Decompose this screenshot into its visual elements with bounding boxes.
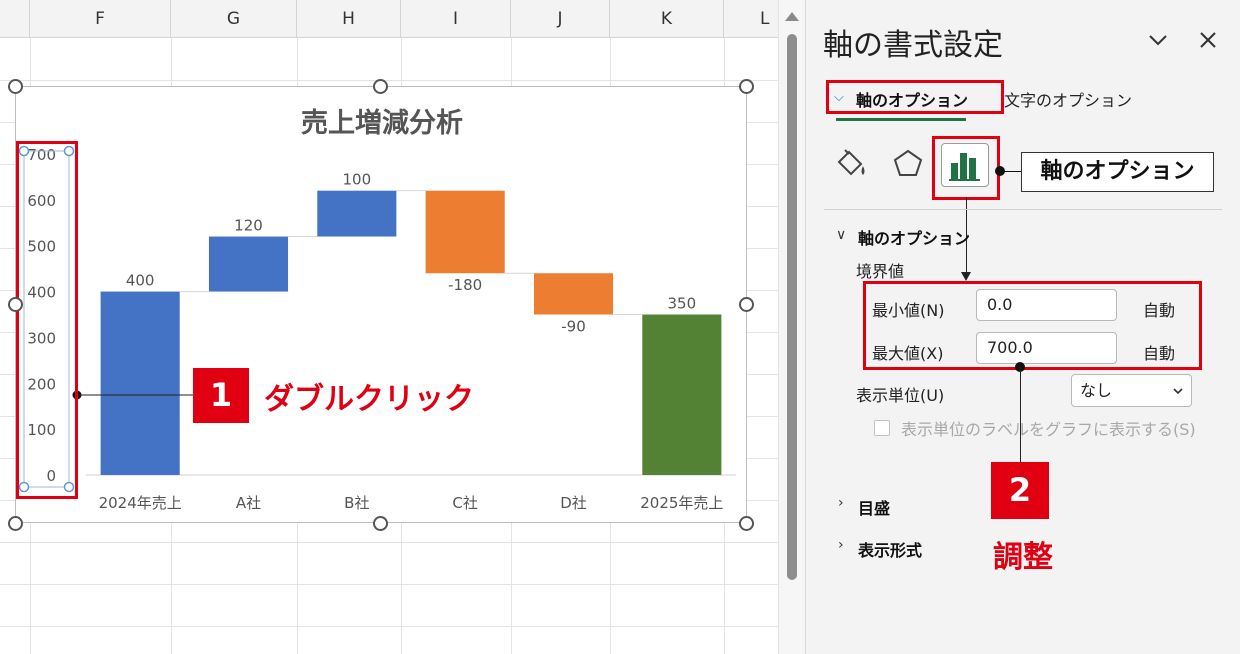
effects-pentagon-icon[interactable] [890,146,926,182]
waterfall-bar[interactable] [425,190,505,274]
x-category-label[interactable]: D社 [560,494,587,512]
tab-axis-options[interactable]: ⌵ 軸のオプション [826,80,1004,114]
chevron-down-icon[interactable] [1146,28,1170,52]
chevron-down-icon: ⌵ [834,90,844,105]
waterfall-chart[interactable]: 売上増減分析 0 100 200 300 400 500 600 700 400 2024年売上 1… [15,86,747,523]
display-unit-select[interactable]: なし [1071,374,1192,407]
waterfall-bar[interactable] [100,291,180,475]
column-header-h[interactable]: H [297,0,401,38]
data-label: 100 [343,171,372,189]
format-axis-pane: 軸の書式設定 ⌵ 軸のオプション 文字のオプション 軸のオプション ∨ 軸のオプ… [805,0,1240,654]
waterfall-bar[interactable] [533,273,614,315]
data-label: 400 [126,272,155,290]
worksheet[interactable]: F G H I J K L 売上増減分析 0 100 200 300 400 500 600… [0,0,778,654]
resize-handle-left[interactable] [8,297,23,312]
resize-handle-top-left[interactable] [8,79,23,94]
data-label: 350 [668,295,697,313]
resize-handle-right[interactable] [739,297,754,312]
scroll-up-arrow-icon[interactable] [785,12,799,21]
min-label: 最小値(N) [872,301,945,320]
min-value-input[interactable]: 0.0 [976,289,1117,321]
tab-axis-options-label: 軸のオプション [856,91,969,110]
data-label: -90 [561,318,586,336]
resize-handle-bottom-left[interactable] [8,516,23,531]
step1-text: ダブルクリック [264,382,474,417]
scroll-thumb[interactable] [787,34,797,580]
data-label: -180 [448,276,482,294]
bounds-label: 境界値 [856,262,905,281]
pane-title: 軸の書式設定 [823,28,1003,63]
waterfall-bar[interactable] [317,190,397,237]
resize-handle-bottom-right[interactable] [739,516,754,531]
section-number-format[interactable]: 表示形式 [858,537,922,561]
arrow-head-icon [961,272,971,281]
resize-handle-bottom[interactable] [373,516,388,531]
section-tick-marks[interactable]: 目盛 [858,495,890,519]
step1-badge: 1 [193,368,249,423]
active-tab-underline [836,118,966,121]
step2-badge: 2 [991,462,1049,519]
column-header-row: F G H I J K L [0,0,778,38]
grid-line [0,626,778,627]
x-category-label[interactable]: 2025年売上 [640,494,723,512]
chevron-down-icon[interactable]: ∨ [836,227,846,243]
axis-options-bar-icon [949,153,980,181]
x-category-label[interactable]: 2024年売上 [99,494,182,512]
column-header-l[interactable]: L [724,0,778,38]
column-header-f[interactable]: F [30,0,171,38]
resize-handle-top-right[interactable] [739,79,754,94]
resize-handle-top[interactable] [373,79,388,94]
data-label: 120 [234,217,263,235]
axis-highlight-box [16,141,78,499]
step2-line [1020,367,1021,463]
column-header-i[interactable]: I [401,0,511,38]
chevron-down-icon [1173,388,1183,395]
column-header-j[interactable]: J [511,0,610,38]
display-unit-value: なし [1080,381,1113,400]
column-header-spacer [0,0,30,38]
callout-line [1001,171,1021,172]
chevron-right-icon[interactable]: › [838,495,844,511]
x-category-label[interactable]: C社 [452,494,477,512]
max-label: 最大値(X) [872,344,944,363]
tab-text-options[interactable]: 文字のオプション [1004,87,1132,111]
min-auto-button[interactable]: 自動 [1143,297,1175,321]
callout-axis-options: 軸のオプション [1021,152,1214,192]
waterfall-bar[interactable] [208,236,289,292]
display-unit-label: 表示単位(U) [856,386,945,405]
show-unit-label-checkbox-label: 表示単位のラベルをグラフに表示する(S) [901,420,1196,439]
grid-line [0,80,778,81]
step2-text: 調整 [993,540,1053,575]
column-header-g[interactable]: G [171,0,297,38]
grid-line [0,542,778,543]
grid-line [0,584,778,585]
max-value-input[interactable]: 700.0 [976,332,1117,364]
vertical-scrollbar[interactable] [778,0,805,654]
fill-line-icon[interactable] [831,146,871,182]
waterfall-bar[interactable] [642,314,722,476]
max-auto-button[interactable]: 自動 [1143,340,1175,364]
close-icon[interactable] [1196,28,1220,52]
axis-options-button[interactable] [941,143,989,187]
pane-separator [824,209,1222,210]
section-axis-options[interactable]: 軸のオプション [858,225,970,249]
chart-plot-area[interactable]: 01002003004005006007004002024年売上120A社100… [16,87,748,524]
chevron-right-icon[interactable]: › [838,537,844,553]
x-category-label[interactable]: A社 [236,494,261,512]
column-header-k[interactable]: K [610,0,724,38]
x-category-label[interactable]: B社 [344,494,369,512]
show-unit-label-checkbox[interactable] [874,420,890,436]
